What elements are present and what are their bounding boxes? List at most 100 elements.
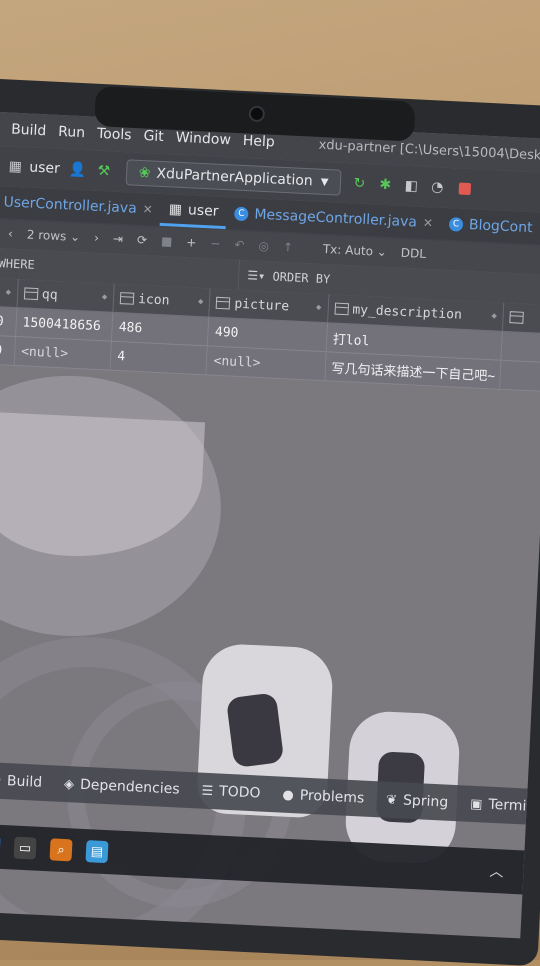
chevron-down-icon: ▼ [320,176,329,188]
window-title: xdu-partner [C:\Users\15004\Desktop\ [318,137,540,165]
row-header-corner: ◆ [0,277,19,308]
menu-git[interactable]: Git [143,128,164,145]
build-hammer-icon[interactable]: ⚒ [95,163,112,180]
table-icon: ▦ [8,158,23,176]
tool-label: Termi [488,796,527,815]
tab-label: BlogCont [468,217,533,237]
cell-icon[interactable]: 4 [110,341,209,375]
column-header-picture[interactable]: picture ◆ [209,288,330,323]
tool-build[interactable]: ⚒ Build [0,772,42,791]
ddl-button[interactable]: DDL [401,246,427,261]
sort-icon[interactable]: ◆ [316,303,322,313]
cell-empty[interactable] [500,360,540,392]
debug-icon[interactable]: ✱ [377,177,394,194]
menu-help[interactable]: Help [242,133,275,151]
sort-icon[interactable]: ◆ [102,292,108,302]
tool-todo[interactable]: ☰ TODO [201,783,261,802]
spring-leaf-icon: ❦ [385,792,398,808]
terminal-app-icon[interactable]: ▭ [13,836,37,860]
tab-label: MessageController.java [254,206,418,231]
window-app-icon[interactable]: ▤ [85,840,109,864]
tool-label: Dependencies [79,776,180,798]
column-header-qq[interactable]: qq ◆ [17,279,115,312]
profile-icon[interactable]: ◔ [429,179,446,196]
tx-mode-dropdown[interactable]: Tx: Auto ⌄ [323,242,388,259]
prev-page-icon[interactable]: ‹ [8,227,13,241]
order-by-filter[interactable]: ☰▾ ORDER BY [239,268,331,286]
column-header-icon[interactable]: icon ◆ [113,283,212,317]
stop-icon[interactable] [458,182,472,196]
cell-picture[interactable]: 490 [208,317,328,352]
rerun-icon[interactable]: ↻ [351,175,368,192]
user-dropdown-icon[interactable]: 👤 [69,161,87,178]
run-config-dropdown[interactable]: ❀ XduPartnerApplication ▼ [125,159,343,196]
tab-label: UserController.java [3,194,138,217]
hammer-icon: ⚒ [0,773,1,789]
tool-terminal[interactable]: ▣ Termi [470,796,527,815]
tab-user[interactable]: ▦ user [159,193,228,230]
tx-label: Tx: Auto [322,241,374,259]
cell-qq[interactable]: 1500418656 [15,308,114,341]
sort-icon[interactable]: ◆ [198,297,204,307]
cell-qq[interactable]: <null> [14,337,113,370]
column-label: picture [234,296,290,314]
column-label: icon [137,291,170,308]
column-label: qq [41,286,58,303]
tool-label: TODO [218,783,261,802]
tab-blogcontroller[interactable]: C BlogCont [440,208,540,245]
last-page-icon[interactable]: ⇥ [113,232,124,246]
search-app-icon[interactable]: ⌕ [49,838,73,862]
close-icon[interactable]: ✕ [423,216,434,230]
tool-label: Build [6,773,43,791]
menu-build[interactable]: Build [11,122,47,140]
menu-run[interactable]: Run [58,124,86,141]
sort-icon[interactable]: ◆ [491,311,497,321]
menu-window[interactable]: Window [175,130,231,149]
revert-icon[interactable]: ↶ [234,238,245,252]
column-icon [216,296,231,310]
refresh-icon[interactable]: ⟳ [137,233,148,247]
rows-selector[interactable]: 2 rows ⌄ [27,227,81,244]
tool-label: Problems [299,787,365,807]
column-icon [23,287,39,301]
order-label: ORDER BY [272,269,331,287]
column-header-next[interactable] [503,302,540,334]
chevron-up-icon[interactable]: ︿ [489,861,504,882]
menu-tools[interactable]: Tools [97,126,132,144]
row-number: 0 [0,335,16,366]
cell-picture[interactable]: <null> [206,346,327,381]
warning-icon: ● [282,787,295,803]
tab-label: user [187,201,219,220]
run-config-label: XduPartnerApplication [156,165,314,190]
cell-icon[interactable]: 486 [112,312,210,346]
view-icon[interactable]: ◎ [258,239,269,253]
spring-icon: ❀ [138,164,151,182]
row-number: 0 [0,306,18,337]
tool-problems[interactable]: ● Problems [282,787,365,807]
settings-app-icon[interactable]: ⚙ [0,834,1,858]
tool-spring[interactable]: ❦ Spring [386,792,449,811]
submit-icon[interactable]: ↑ [283,240,294,254]
column-icon [334,302,349,316]
column-label: my_description [352,301,463,323]
cell-empty[interactable] [501,331,540,363]
screen: Build Run Tools Git Window Help xdu-part… [0,112,540,939]
webcam-lens [248,105,266,123]
sort-icon[interactable]: ◆ [5,287,11,297]
stop-query-icon[interactable]: ■ [161,234,173,249]
next-page-icon[interactable]: › [94,231,99,245]
column-icon [119,292,135,305]
class-icon: C [234,206,249,222]
tool-label: Spring [402,792,449,811]
coverage-icon[interactable]: ◧ [403,178,420,195]
order-icon: ☰▾ [246,268,273,284]
dependencies-icon: ◈ [63,776,75,792]
list-icon: ☰ [201,783,214,799]
tool-dependencies[interactable]: ◈ Dependencies [63,776,180,798]
remove-row-icon[interactable]: − [210,236,221,250]
table-breadcrumb[interactable]: user [29,160,60,177]
close-icon[interactable]: ✕ [142,202,153,216]
add-row-icon[interactable]: + [186,235,197,249]
class-icon: C [448,217,464,232]
where-label: WHERE [0,256,36,272]
